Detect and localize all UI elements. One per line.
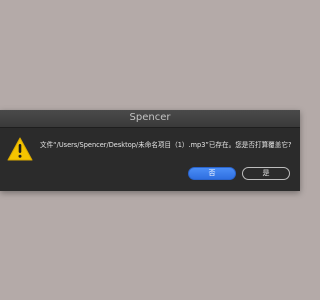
dialog-button-row: 否 是 xyxy=(188,167,290,180)
dialog-title: Spencer xyxy=(129,112,171,123)
dialog-titlebar[interactable]: Spencer xyxy=(0,110,300,128)
no-button[interactable]: 否 xyxy=(188,167,236,180)
overwrite-confirmation-dialog: Spencer 文件“/Users/Spencer/Desktop/未命名项目（… xyxy=(0,110,300,191)
warning-icon xyxy=(7,137,33,161)
dialog-message: 文件“/Users/Spencer/Desktop/未命名项目（1）.mp3”已… xyxy=(40,141,292,149)
yes-button[interactable]: 是 xyxy=(242,167,290,180)
